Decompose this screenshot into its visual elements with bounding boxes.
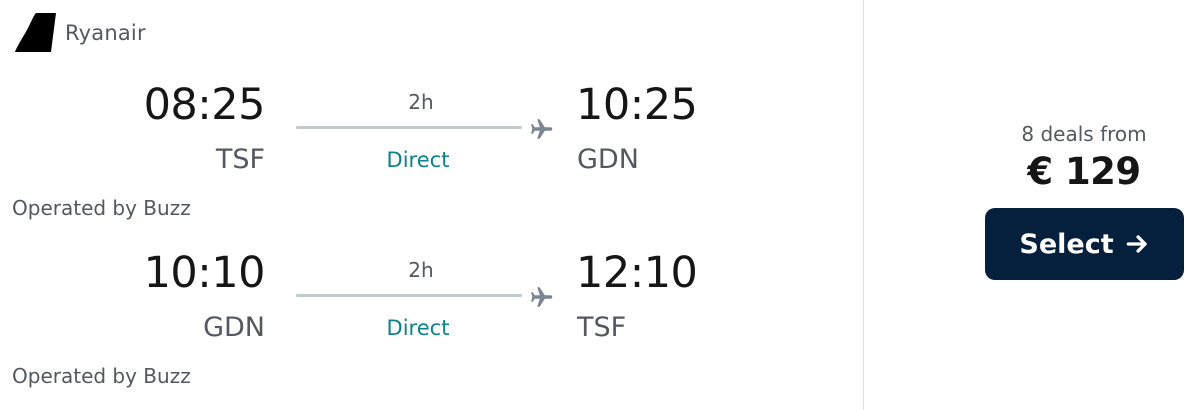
route-line: [296, 294, 522, 297]
return-leg: 10:10 GDN 2h Direct 12:10 TSF Operated b…: [0, 240, 860, 390]
stops-label: Direct: [386, 316, 450, 340]
departure-airport-code: TSF: [215, 144, 265, 175]
arrow-right-icon: [1126, 235, 1147, 253]
plane-icon: [531, 287, 553, 307]
plane-icon: [531, 119, 553, 139]
arrival-time: 12:10: [576, 248, 698, 298]
outbound-leg: 08:25 TSF 2h Direct 10:25 GDN Operated b…: [0, 72, 860, 222]
arrival-airport-code: TSF: [577, 312, 627, 343]
flight-duration: 2h: [408, 258, 434, 282]
airline-name: Ryanair: [65, 21, 146, 45]
departure-time: 08:25: [143, 80, 266, 130]
select-button-label: Select: [1019, 228, 1114, 260]
price-value: € 129: [1027, 150, 1141, 193]
card-divider: [863, 0, 864, 410]
departure-time: 10:10: [143, 248, 266, 298]
arrival-time: 10:25: [576, 80, 698, 130]
departure-airport-code: GDN: [203, 312, 265, 343]
route-line: [296, 126, 522, 129]
operated-by-label: Operated by Buzz: [12, 196, 191, 220]
flight-duration: 2h: [408, 90, 434, 114]
airline-logo-icon: [15, 13, 56, 52]
flight-result-card[interactable]: Ryanair 08:25 TSF 2h Direct 10:25 GDN Op…: [0, 0, 1188, 410]
select-button[interactable]: Select: [985, 208, 1184, 280]
stops-label: Direct: [386, 148, 450, 172]
price-summary: 8 deals from € 129: [984, 122, 1184, 193]
airline-info: Ryanair: [14, 12, 146, 54]
operated-by-label: Operated by Buzz: [12, 364, 191, 388]
arrival-airport-code: GDN: [577, 144, 639, 175]
deals-count: 8 deals from: [1021, 122, 1147, 146]
